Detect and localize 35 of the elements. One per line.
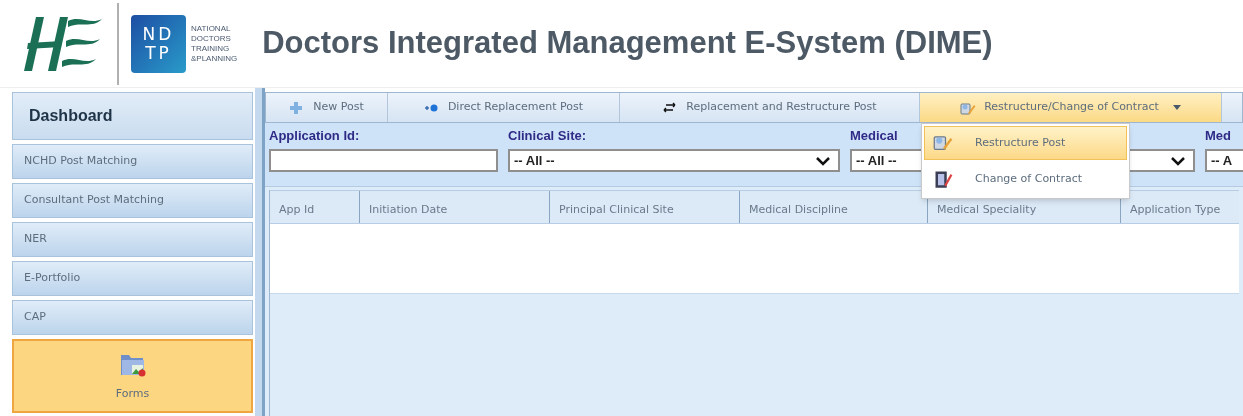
sidebar-item[interactable]: NCHD Post Matching (12, 144, 253, 179)
sidebar-item[interactable]: E-Portfolio (12, 261, 253, 296)
column-header[interactable]: Principal Clinical Site (550, 191, 740, 223)
column-header[interactable]: App Id (270, 191, 360, 223)
filter-label: Application Id: (269, 127, 360, 144)
edit-icon (960, 100, 977, 115)
splitter-bar[interactable] (255, 88, 265, 416)
toolbar-button[interactable]: Restructure/Change of Contract (920, 93, 1222, 122)
chevron-down-icon (1171, 155, 1185, 166)
sidebar-item[interactable]: CAP (12, 300, 253, 335)
logo-text: ND (142, 24, 175, 44)
sidebar-title: Dashboard (12, 92, 253, 140)
select-field[interactable]: -- A (1205, 149, 1243, 172)
edit-icon (933, 133, 953, 153)
logo-text: &PLANNING (191, 53, 238, 64)
toolbar-button[interactable]: New Post (266, 93, 388, 122)
column-header[interactable]: Initiation Date (360, 191, 550, 223)
sidebar-item[interactable]: Forms (12, 339, 253, 413)
text-field[interactable] (269, 149, 498, 172)
filter-label: Clinical Site: (508, 127, 587, 144)
logo-text: NATIONAL (191, 23, 232, 34)
toolbar-button[interactable]: Direct Replacement Post (388, 93, 620, 122)
menu-item[interactable]: Restructure Post (924, 126, 1127, 160)
sidebar-item[interactable]: NER (12, 222, 253, 257)
select-field[interactable]: -- All -- (508, 149, 840, 172)
chevron-down-icon (816, 155, 830, 166)
logo-text: DOCTORS (191, 33, 232, 44)
notepad-icon (933, 169, 953, 189)
logo-text: TRAINING (191, 43, 231, 54)
sidebar-item[interactable]: Consultant Post Matching (12, 183, 253, 218)
logo-text: TP (145, 43, 172, 63)
caret-icon (1172, 105, 1181, 110)
filter-label: Medical (850, 127, 898, 144)
app-title: Doctors Integrated Management E-System (DIME) (262, 24, 993, 63)
filter-label: Med (1205, 127, 1231, 144)
